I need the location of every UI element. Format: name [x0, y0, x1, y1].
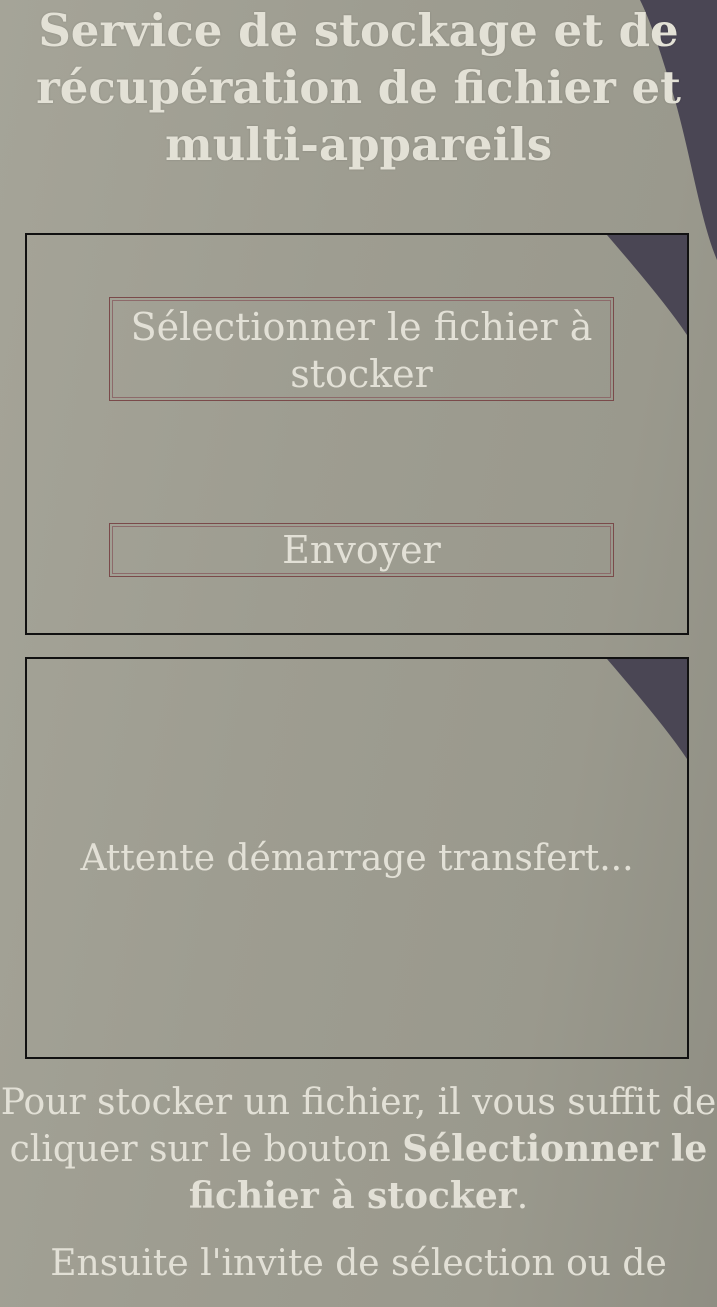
- instructions-paragraph-2: Ensuite l'invite de sélection ou de: [50, 1243, 667, 1284]
- page-title: Service de stockage et de récupération d…: [36, 4, 681, 171]
- transfer-status-panel: Attente démarrage transfert...: [25, 657, 689, 1059]
- instructions-period: .: [516, 1176, 529, 1217]
- select-file-button[interactable]: Sélectionner le fichier à stocker: [109, 297, 614, 401]
- send-button[interactable]: Envoyer: [109, 523, 614, 577]
- upload-panel: Sélectionner le fichier à stocker Envoye…: [25, 233, 689, 635]
- instructions: Pour stocker un fichier, il vous suffit …: [0, 1079, 717, 1307]
- instructions-paragraph-1: Pour stocker un fichier, il vous suffit …: [0, 1079, 717, 1220]
- panel-corner-shadow: [607, 235, 687, 335]
- transfer-status-text: Attente démarrage transfert...: [80, 837, 634, 879]
